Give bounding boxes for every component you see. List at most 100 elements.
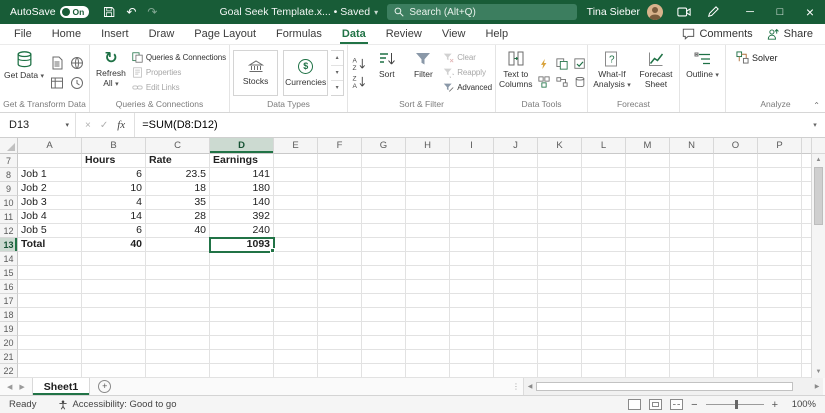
view-page-layout-button[interactable] [649, 399, 663, 410]
cell-O13[interactable] [714, 238, 758, 252]
cell-B15[interactable] [82, 266, 146, 280]
zoom-slider[interactable] [705, 400, 764, 409]
cell-L21[interactable] [582, 350, 626, 364]
cell-B9[interactable]: 10 [82, 182, 146, 196]
meet-now-icon[interactable] [677, 6, 691, 18]
column-header-J[interactable]: J [494, 138, 538, 154]
cell-O14[interactable] [714, 252, 758, 266]
cell-O19[interactable] [714, 322, 758, 336]
avatar[interactable] [646, 4, 663, 20]
cell-C18[interactable] [146, 308, 210, 322]
cell-L17[interactable] [582, 294, 626, 308]
cell-H13[interactable] [406, 238, 450, 252]
insert-function-button[interactable]: fx [117, 119, 125, 131]
outline-button[interactable]: Outline ▾ [683, 47, 722, 98]
cell-P9[interactable] [758, 182, 802, 196]
ribbon-tab-formulas[interactable]: Formulas [266, 24, 332, 44]
hscroll-left-icon[interactable]: ◀ [524, 383, 536, 390]
cell-M7[interactable] [626, 154, 670, 168]
cell-K21[interactable] [538, 350, 582, 364]
cell-A15[interactable] [18, 266, 82, 280]
filter-button[interactable]: Filter [407, 47, 441, 98]
scroll-down-icon[interactable]: ▼ [812, 366, 825, 378]
cell-P7[interactable] [758, 154, 802, 168]
cell-H12[interactable] [406, 224, 450, 238]
cell-C14[interactable] [146, 252, 210, 266]
what-if-analysis-button[interactable]: ? What-If Analysis ▾ [591, 47, 633, 98]
cell-D10[interactable]: 140 [210, 196, 274, 210]
cell-C10[interactable]: 35 [146, 196, 210, 210]
cell-C17[interactable] [146, 294, 210, 308]
cell-O15[interactable] [714, 266, 758, 280]
cell-N16[interactable] [670, 280, 714, 294]
cell-F9[interactable] [318, 182, 362, 196]
cell-O7[interactable] [714, 154, 758, 168]
cell-I19[interactable] [450, 322, 494, 336]
consolidate-icon[interactable] [536, 74, 552, 90]
cell-N18[interactable] [670, 308, 714, 322]
cell-J21[interactable] [494, 350, 538, 364]
cell-H18[interactable] [406, 308, 450, 322]
cell-C13[interactable] [146, 238, 210, 252]
cell-D9[interactable]: 180 [210, 182, 274, 196]
cell-B19[interactable] [82, 322, 146, 336]
forecast-sheet-button[interactable]: Forecast Sheet [636, 47, 676, 98]
cell-E16[interactable] [274, 280, 318, 294]
row-header-20[interactable]: 20 [0, 336, 18, 350]
cell-P13[interactable] [758, 238, 802, 252]
cell-L22[interactable] [582, 364, 626, 378]
column-header-M[interactable]: M [626, 138, 670, 154]
new-sheet-button[interactable]: + [98, 380, 112, 393]
cell-E14[interactable] [274, 252, 318, 266]
cell-P22[interactable] [758, 364, 802, 378]
cell-J20[interactable] [494, 336, 538, 350]
cell-D14[interactable] [210, 252, 274, 266]
cell-F13[interactable] [318, 238, 362, 252]
column-header-I[interactable]: I [450, 138, 494, 154]
recent-sources-icon[interactable] [68, 74, 86, 92]
column-header-H[interactable]: H [406, 138, 450, 154]
cell-P14[interactable] [758, 252, 802, 266]
column-header-D[interactable]: D [210, 138, 274, 154]
cell-E19[interactable] [274, 322, 318, 336]
cell-I10[interactable] [450, 196, 494, 210]
cell-K14[interactable] [538, 252, 582, 266]
cell-M16[interactable] [626, 280, 670, 294]
sort-ascending-button[interactable]: AZ [351, 56, 367, 71]
cell-G18[interactable] [362, 308, 406, 322]
cell-P18[interactable] [758, 308, 802, 322]
cell-F11[interactable] [318, 210, 362, 224]
cell-L16[interactable] [582, 280, 626, 294]
cell-I21[interactable] [450, 350, 494, 364]
cell-J17[interactable] [494, 294, 538, 308]
zoom-in-button[interactable]: + [772, 399, 778, 411]
cell-K7[interactable] [538, 154, 582, 168]
cell-E17[interactable] [274, 294, 318, 308]
ribbon-tab-data[interactable]: Data [332, 24, 376, 44]
cell-I13[interactable] [450, 238, 494, 252]
cell-C21[interactable] [146, 350, 210, 364]
cell-E10[interactable] [274, 196, 318, 210]
cell-H19[interactable] [406, 322, 450, 336]
horizontal-scrollbar[interactable]: ◀ ▶ [523, 378, 823, 395]
cell-M9[interactable] [626, 182, 670, 196]
ribbon-tab-insert[interactable]: Insert [91, 24, 139, 44]
cell-K11[interactable] [538, 210, 582, 224]
cell-G9[interactable] [362, 182, 406, 196]
relationships-icon[interactable] [554, 74, 570, 90]
sort-button[interactable]: Sort [370, 47, 404, 98]
autosave-toggle[interactable]: AutoSave On [10, 6, 90, 18]
cell-K10[interactable] [538, 196, 582, 210]
cell-N7[interactable] [670, 154, 714, 168]
cell-J12[interactable] [494, 224, 538, 238]
column-header-C[interactable]: C [146, 138, 210, 154]
cell-K18[interactable] [538, 308, 582, 322]
column-header-O[interactable]: O [714, 138, 758, 154]
cell-B20[interactable] [82, 336, 146, 350]
expand-formula-bar-icon[interactable]: ▾ [805, 113, 825, 137]
cell-H11[interactable] [406, 210, 450, 224]
cell-O22[interactable] [714, 364, 758, 378]
cell-L20[interactable] [582, 336, 626, 350]
cell-F18[interactable] [318, 308, 362, 322]
cell-O8[interactable] [714, 168, 758, 182]
